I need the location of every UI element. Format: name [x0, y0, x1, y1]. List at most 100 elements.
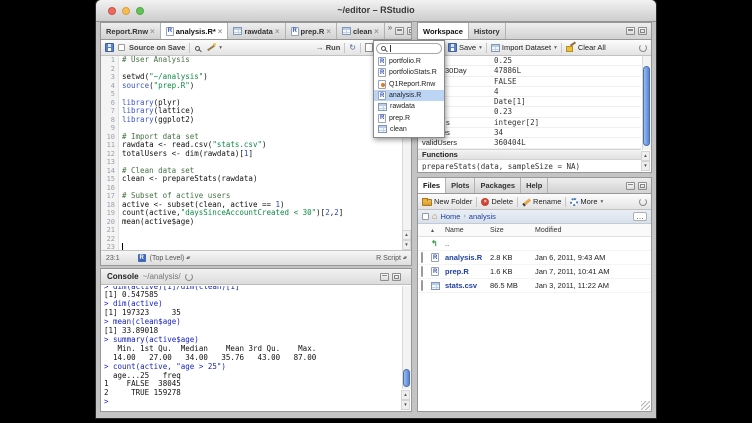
column-header-name[interactable]: Name [445, 227, 490, 234]
more-button[interactable]: More [570, 197, 603, 206]
maximize-pane-icon[interactable] [407, 27, 412, 35]
console-output[interactable]: > dim(active)[1]/dim(clean)[1][1] 0.5475… [104, 286, 401, 409]
file-row[interactable]: prep.R1.6 KBJan 7, 2011, 10:41 AM [418, 265, 651, 279]
tab-workspace[interactable]: Workspace [418, 23, 469, 39]
file-name-link[interactable]: prep.R [445, 267, 490, 276]
close-tab-icon[interactable] [275, 27, 280, 36]
tab-help[interactable]: Help [521, 178, 548, 193]
dropdown-file-item[interactable]: rawdata [374, 101, 444, 112]
scroll-up-icon[interactable]: ▲ [641, 151, 650, 161]
clear-all-button[interactable]: Clear All [566, 43, 606, 52]
column-header-size[interactable]: Size [490, 227, 535, 234]
scroll-up-icon[interactable]: ▲ [402, 230, 411, 240]
workspace-scrollbar[interactable] [642, 56, 651, 150]
scope-selector[interactable]: (Top Level) [150, 255, 190, 262]
workspace-object-row[interactable]: validUsers360404L [418, 138, 641, 148]
dropdown-file-item[interactable]: portfolio.R [374, 56, 444, 67]
maximize-pane-icon[interactable] [638, 182, 647, 190]
console-scrollbar[interactable] [402, 286, 411, 389]
workspace-object-row[interactable]: 4 [418, 87, 641, 97]
title-bar[interactable]: ~/editor – RStudio [96, 0, 656, 22]
minimize-pane-icon[interactable] [395, 27, 404, 35]
close-tab-icon[interactable] [374, 27, 379, 36]
file-row[interactable]: stats.csv86.5 MBJan 3, 2011, 11:22 AM [418, 279, 651, 293]
editor-tab[interactable]: rawdata [228, 23, 285, 39]
tab-overflow-chevron-icon[interactable] [385, 23, 395, 39]
workspace-object-row[interactable]: sinteger[2] [418, 118, 641, 128]
dropdown-file-item[interactable]: prep.R [374, 112, 444, 123]
workspace-object-row[interactable]: FALSE [418, 77, 641, 87]
rerun-icon[interactable] [349, 43, 356, 52]
scroll-thumb[interactable] [643, 66, 650, 146]
resize-grip[interactable] [641, 401, 650, 410]
file-checkbox[interactable] [421, 266, 423, 277]
minimize-pane-icon[interactable] [626, 27, 635, 35]
maximize-pane-icon[interactable] [392, 273, 401, 281]
home-icon[interactable] [432, 212, 437, 221]
workspace-object-row[interactable]: ables34 [418, 128, 641, 138]
file-name-link[interactable]: stats.csv [445, 281, 490, 290]
select-all-checkbox[interactable] [422, 213, 429, 220]
editor-tab[interactable]: prep.R [286, 23, 337, 39]
close-tab-icon[interactable] [326, 27, 331, 36]
compile-notebook-icon[interactable] [365, 43, 373, 52]
save-icon[interactable] [105, 43, 114, 52]
workspace-object-row[interactable]: 30Day47886L [418, 66, 641, 76]
tab-files[interactable]: Files [418, 178, 446, 193]
import-dataset-button[interactable]: Import Dataset [491, 43, 557, 52]
tab-plots[interactable]: Plots [446, 178, 475, 193]
file-checkbox[interactable] [421, 280, 423, 291]
tab-history[interactable]: History [469, 23, 506, 39]
source-on-save-checkbox[interactable] [118, 44, 125, 51]
run-icon [316, 43, 324, 52]
scroll-down-icon[interactable]: ▼ [401, 400, 410, 410]
zoom-window-icon[interactable] [136, 7, 144, 15]
tab-packages[interactable]: Packages [475, 178, 521, 193]
delete-button[interactable]: Delete [481, 197, 513, 206]
breadcrumb-home[interactable]: Home [440, 212, 460, 221]
workspace-object-row[interactable]: 0.23 [418, 107, 641, 117]
dropdown-file-item[interactable]: clean [374, 124, 444, 135]
refresh-icon[interactable] [639, 44, 647, 52]
save-workspace-button[interactable]: Save [448, 43, 482, 52]
close-tab-icon[interactable] [150, 27, 155, 36]
doctype-selector[interactable]: R Script [376, 255, 406, 262]
minimize-pane-icon[interactable] [626, 182, 635, 190]
path-ellipsis-button[interactable] [633, 212, 647, 221]
editor-tab[interactable]: analysis.R* [161, 23, 229, 39]
refresh-icon[interactable] [639, 198, 647, 206]
close-window-icon[interactable] [108, 7, 116, 15]
scroll-down-icon[interactable]: ▼ [641, 161, 650, 171]
dropdown-file-item[interactable]: analysis.R [374, 90, 444, 101]
code-editor[interactable]: 1# User Analysis23setwd("~/analysis")4so… [101, 56, 402, 250]
scroll-down-icon[interactable]: ▼ [402, 240, 411, 250]
scroll-up-icon[interactable]: ▲ [401, 390, 410, 400]
editor-tabstrip: Report.Rnwanalysis.R*rawdataprep.Rclean [100, 22, 412, 39]
goto-directory-icon[interactable] [185, 273, 193, 281]
file-checkbox[interactable] [421, 252, 423, 263]
maximize-pane-icon[interactable] [638, 27, 647, 35]
checkbox-cell [418, 267, 431, 276]
breadcrumb-folder[interactable]: analysis [469, 212, 496, 221]
close-tab-icon[interactable] [218, 27, 223, 36]
column-header-modified[interactable]: Modified [535, 227, 651, 234]
code-tools-button[interactable] [206, 43, 222, 52]
editor-tab[interactable]: clean [337, 23, 385, 39]
minimize-window-icon[interactable] [122, 7, 130, 15]
file-row[interactable]: .. [418, 237, 651, 251]
file-search-input[interactable] [376, 43, 442, 54]
function-signature[interactable]: prepareStats(data, sampleSize = NA) [418, 161, 641, 172]
rename-button[interactable]: Rename [522, 197, 561, 206]
dropdown-file-item[interactable]: portfolioStats.R [374, 67, 444, 78]
minimize-pane-icon[interactable] [380, 273, 389, 281]
file-name-link[interactable]: analysis.R [445, 253, 490, 262]
workspace-object-row[interactable]: 0.25 [418, 56, 641, 66]
workspace-object-row[interactable]: Date[1] [418, 97, 641, 107]
find-icon[interactable] [195, 46, 200, 51]
file-row[interactable]: analysis.R2.8 KBJan 6, 2011, 9:43 AM [418, 251, 651, 265]
run-button[interactable]: Run [316, 43, 341, 52]
scroll-thumb[interactable] [403, 369, 410, 387]
new-folder-button[interactable]: New Folder [422, 197, 472, 206]
dropdown-file-item[interactable]: Q1Report.Rnw [374, 79, 444, 90]
editor-tab[interactable]: Report.Rnw [101, 23, 161, 39]
